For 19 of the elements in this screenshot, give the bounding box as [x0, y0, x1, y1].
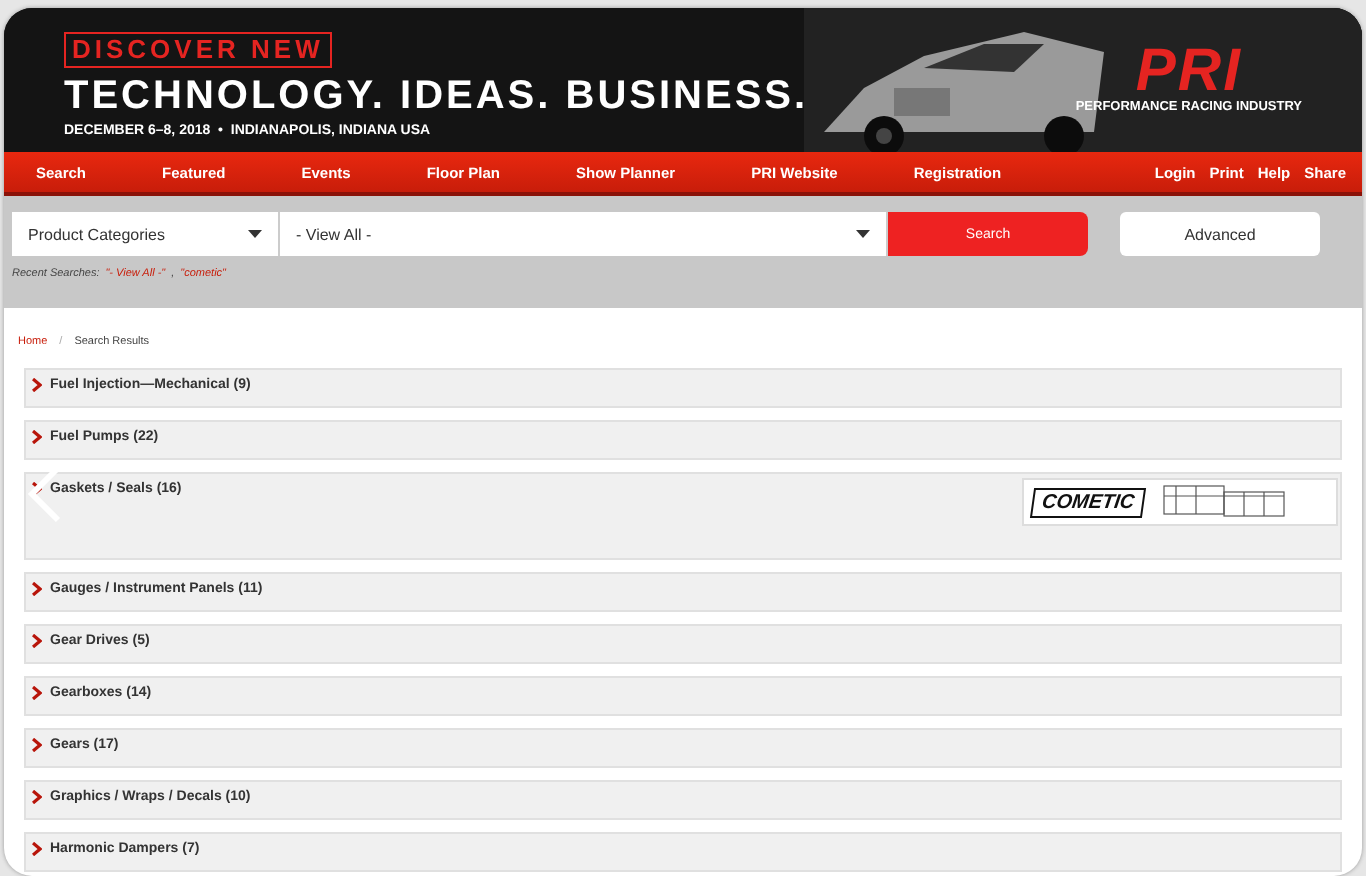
- sponsor-ad[interactable]: COMETIC: [1022, 478, 1338, 526]
- advanced-button[interactable]: Advanced: [1120, 212, 1320, 256]
- chevron-right-icon: [32, 378, 42, 392]
- banner-tagline: DISCOVER NEW: [64, 32, 332, 68]
- logo[interactable]: PRI: [1135, 44, 1242, 100]
- caret-icon: [856, 230, 870, 238]
- caret-icon: [248, 230, 262, 238]
- chevron-right-icon: [32, 738, 42, 752]
- banner-headline: TECHNOLOGY. IDEAS. BUSINESS.: [64, 74, 809, 118]
- sponsor-logo: COMETIC: [1029, 487, 1147, 517]
- chevron-right-icon: [32, 582, 42, 596]
- chevron-right-icon: [32, 482, 42, 496]
- chevron-right-icon: [32, 842, 42, 856]
- value-dropdown[interactable]: - View All -: [280, 212, 888, 256]
- chevron-right-icon: [32, 634, 42, 648]
- chevron-right-icon: [32, 790, 42, 804]
- category-dropdown[interactable]: Product Categories: [12, 212, 280, 256]
- chevron-right-icon: [32, 430, 42, 444]
- chevron-right-icon: [32, 686, 42, 700]
